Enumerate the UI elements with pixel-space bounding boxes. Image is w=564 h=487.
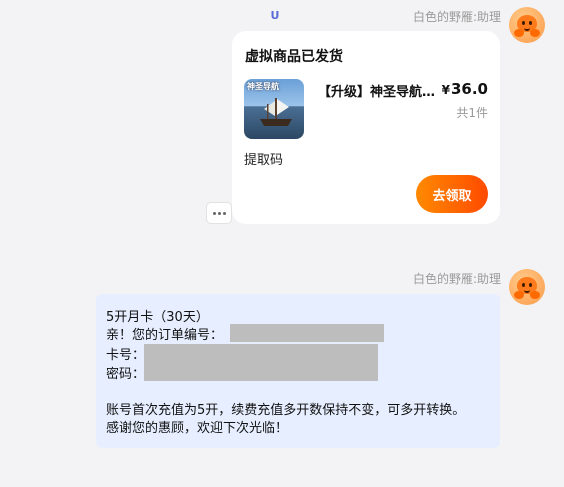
avatar[interactable] [509, 269, 545, 305]
price-value: 36.0 [450, 80, 488, 98]
message-line: 5开月卡（30天） [106, 310, 209, 325]
thumbnail-text: 神圣导航 [247, 82, 279, 91]
ship-icon [260, 98, 292, 126]
product-price: ¥36.0 [442, 80, 488, 98]
sender-name: 白色的野雁:助理 [412, 272, 501, 286]
sender-name: 白色的野雁:助理 [412, 10, 501, 24]
message-bubble[interactable]: 5开月卡（30天） 亲！您的订单编号： 卡号： 密码： 账号首次充值为5开，续费… [96, 294, 500, 448]
product-quantity: 共1件 [456, 106, 488, 120]
more-options-button[interactable] [206, 202, 232, 224]
card-title: 虚拟商品已发货 [245, 49, 343, 65]
shipment-card[interactable]: 虚拟商品已发货 神圣导航 【升级】神圣导航5开月卡 ¥36.0 共1件 提取码 … [232, 31, 500, 224]
redacted-card-credentials [144, 344, 378, 381]
message-line: 卡号： [106, 348, 146, 363]
message-line: 账号首次充值为5开，续费充值多开数保持不变，可多开转换。 [106, 403, 466, 418]
message-line: 密码： [106, 367, 146, 382]
shield-u-icon: U [270, 9, 280, 22]
product-name[interactable]: 【升级】神圣导航5开月卡 [318, 81, 442, 100]
avatar[interactable] [509, 7, 545, 43]
product-thumbnail[interactable]: 神圣导航 [244, 79, 304, 139]
price-currency: ¥ [441, 83, 450, 97]
redacted-order-number [230, 324, 384, 342]
claim-button[interactable]: 去领取 [416, 175, 488, 213]
ellipsis-icon [212, 211, 216, 215]
message-line: 感谢您的惠顾，欢迎下次光临！ [106, 421, 289, 436]
message-line: 亲！您的订单编号： [106, 328, 224, 343]
extraction-code-label: 提取码 [244, 153, 284, 168]
